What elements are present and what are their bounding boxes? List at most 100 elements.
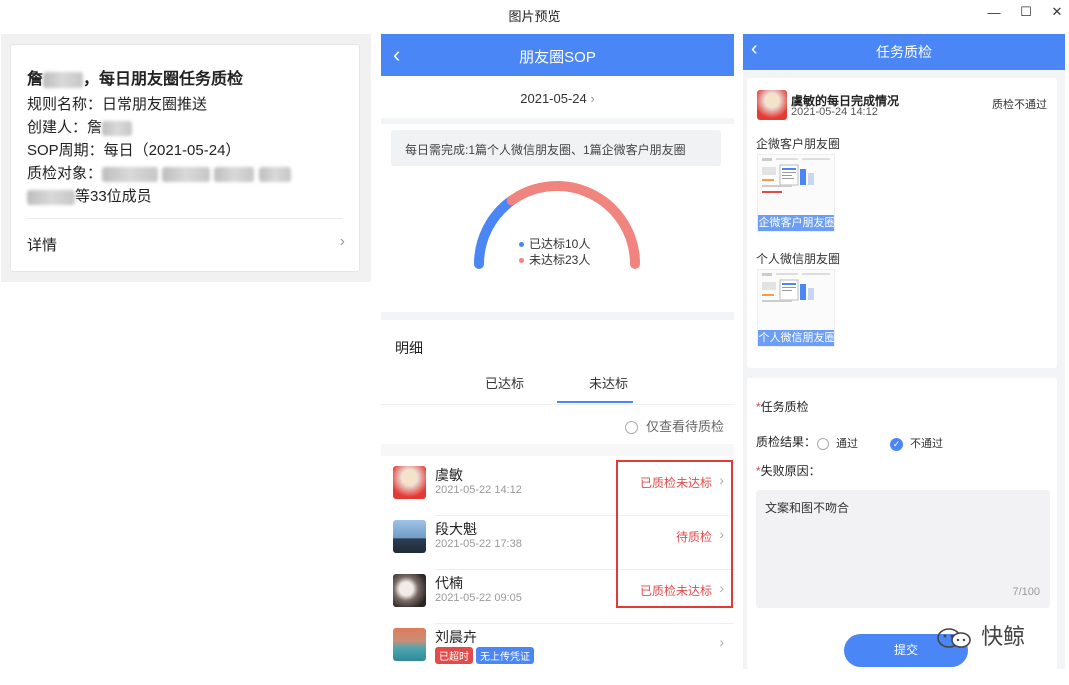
qc-nav-title: 任务质检 [876,44,932,60]
date-selector[interactable]: 2021-05-24 › [381,76,734,118]
redacted-members-2 [162,166,211,182]
char-counter: 7/100 [1012,586,1040,598]
target-label: 质检对象： [27,165,103,182]
chevron-right-icon: › [719,634,724,650]
sop-navbar: ‹ 朋友圈SOP [381,34,734,76]
preview-canvas: 詹 ，每日朋友圈任务质检 规则名称：日常朋友圈推送 创建人：詹 SOP周期：每日（… [0,28,1069,685]
fail-reason-label-text: 失败原因： [760,464,821,478]
minimize-button[interactable]: — [980,2,1008,22]
list-gap [381,444,734,456]
qc-navbar: ‹ 任务质检 [743,34,1065,70]
creator-label: 创建人：詹 [27,119,103,136]
redacted-members-4 [258,166,291,182]
radio-checked-icon: ✓ [890,437,903,451]
screenshot-image [758,155,834,217]
no-proof-tag: 无上传凭证 [476,647,534,664]
target-tail: 等33位成员 [75,188,152,205]
screenshot-image [758,270,834,332]
chevron-right-icon: › [339,233,345,250]
legend-achieved-text: 已达标10人 [529,237,591,251]
qc-status-badge: 质检不通过 [992,99,1047,111]
target-line: 质检对象： [27,162,291,183]
filter-label: 仅查看待质检 [645,419,724,434]
legend-dot-achieved [519,242,524,248]
personal-moments-tag: 个人微信朋友圈 [758,330,835,346]
detail-section-title: 明细 [395,340,423,356]
detail-link[interactable]: 详情 [27,234,57,255]
option-pass[interactable]: 通过 [817,435,858,451]
panel-sop: ‹ 朋友圈SOP 2021-05-24 › 每日需完成:1篇个人微信朋友圈、1篇… [381,34,734,669]
avatar [393,628,426,661]
status-badge: 已质检未达标 [639,584,712,598]
section-enterprise-moments: 企微客户朋友圈 [756,137,841,151]
option-fail[interactable]: ✓ 不通过 [890,435,943,451]
window-title: 图片预览 [508,9,561,24]
avatar [393,520,426,553]
date-chevron-icon: › [590,91,595,106]
watermark: 快鲸 [935,619,1025,651]
tab-unachieved[interactable]: 未达标 [589,373,628,392]
gauge-arc-achieved [474,195,517,269]
member-name: 虞敏 [435,467,463,483]
legend-achieved: 已达标10人 [519,236,590,252]
creator-line: 创建人：詹 [27,116,133,137]
enterprise-moments-thumbnail[interactable]: 企微客户朋友圈 [757,154,835,232]
maximize-button[interactable]: ☐ [1012,2,1040,22]
redacted-members-5 [27,189,75,205]
timeout-tag: 已超时 [435,647,473,664]
enterprise-moments-tag: 企微客户朋友圈 [758,215,835,231]
option-fail-label: 不通过 [910,438,943,450]
member-date: 2021-05-22 17:38 [435,538,522,550]
close-button[interactable]: ✕ [1043,2,1069,22]
legend-dot-unachieved [519,258,524,264]
redacted-name [43,71,84,88]
heading-text: ，每日朋友圈任务质检 [83,71,244,88]
sop-nav-title: 朋友圈SOP [519,49,596,66]
avatar [393,574,426,607]
daily-requirement-box: 每日需完成:1篇个人微信朋友圈、1篇企微客户朋友圈 [391,130,721,166]
list-item[interactable]: 段大魁 2021-05-22 17:38 待质检 › [381,516,734,570]
radio-unchecked-icon [817,438,829,451]
qc-form-title: *任务质检 [756,398,809,415]
rule-name-line: 规则名称：日常朋友圈推送 [27,96,208,113]
personal-moments-thumbnail[interactable]: 个人微信朋友圈 [757,269,835,347]
panel-notification: 詹 ，每日朋友圈任务质检 规则名称：日常朋友圈推送 创建人：詹 SOP周期：每日（… [1,34,371,282]
legend-unachieved: 未达标23人 [519,252,590,268]
member-date: 2021-05-22 09:05 [435,592,522,604]
notification-card[interactable]: 詹 ，每日朋友圈任务质检 规则名称：日常朋友圈推送 创建人：詹 SOP周期：每日（… [10,44,360,272]
window-titlebar: 图片预览 — ☐ ✕ [0,0,1069,28]
member-name: 段大魁 [435,521,477,537]
list-item[interactable]: 虞敏 2021-05-22 14:12 已质检未达标 › [381,462,734,516]
date-text: 2021-05-24 [520,91,587,106]
list-item[interactable]: 代楠 2021-05-22 09:05 已质检未达标 › [381,570,734,624]
gauge-legend: 已达标10人 未达标23人 [519,236,590,268]
member-tags: 已超时 无上传凭证 [435,647,537,664]
tab-achieved[interactable]: 已达标 [485,373,524,392]
redacted-members-1 [102,166,159,182]
fail-reason-textarea[interactable]: 文案和图不吻合 [756,490,1050,608]
card-heading: 詹 ，每日朋友圈任务质检 [27,65,243,89]
avatar [757,90,787,120]
card-divider [27,218,343,219]
watermark-text: 快鲸 [981,624,1026,649]
section-personal-moments: 个人微信朋友圈 [756,252,841,266]
panel-task-qc: ‹ 任务质检 虞敏的每日完成情况 2021-05-24 14:12 质检不通过 … [743,34,1065,669]
member-date: 2021-05-22 14:12 [435,484,522,496]
legend-unachieved-text: 未达标23人 [529,253,591,267]
completion-date: 2021-05-24 14:12 [791,106,878,118]
radio-icon [624,421,638,435]
list-item[interactable]: 刘晨卉 已超时 无上传凭证 › [381,624,734,678]
wechat-logo-icon [935,626,975,650]
fail-reason-label: *失败原因： [756,462,821,479]
section-gap [381,118,734,124]
active-tab-indicator [557,401,633,403]
status-badge: 已质检未达标 [639,476,712,490]
option-pass-label: 通过 [836,438,858,450]
redacted-creator [102,120,133,136]
completion-card: 虞敏的每日完成情况 2021-05-24 14:12 质检不通过 企微客户朋友圈… [747,78,1057,368]
pending-only-filter[interactable]: 仅查看待质检 [624,416,724,435]
section-gap-2 [381,312,734,320]
member-name: 刘晨卉 [435,629,477,645]
chevron-right-icon: › [719,526,724,542]
sop-cycle-line: SOP周期：每日（2021-05-24） [27,142,241,159]
